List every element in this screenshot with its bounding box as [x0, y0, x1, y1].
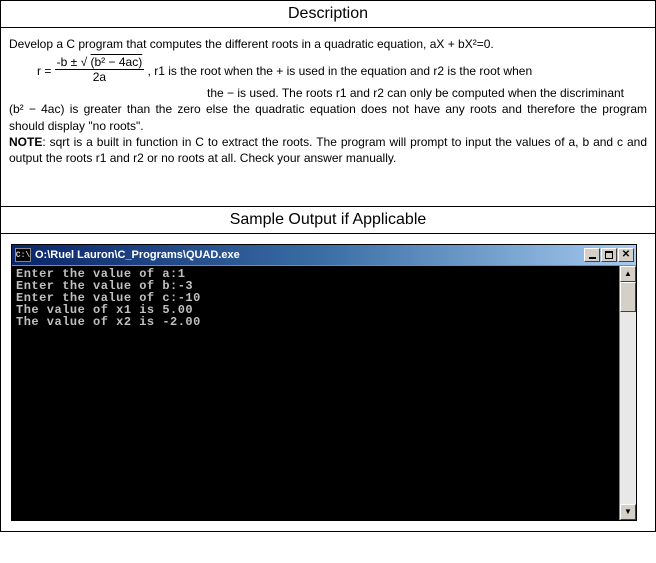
titlebar-button-group: ✕: [583, 248, 634, 262]
console-title: O:\Ruel Lauron\C_Programs\QUAD.exe: [35, 249, 583, 261]
console-window: C:\ O:\Ruel Lauron\C_Programs\QUAD.exe ✕…: [11, 244, 637, 521]
formula-tail1: , r1 is the root when the + is used in t…: [148, 64, 533, 78]
console-app-icon: C:\: [15, 248, 31, 262]
formula-denominator: 2a: [55, 70, 145, 83]
formula-line1: r = -b ± √ (b² − 4ac) 2a , r1 is the roo…: [37, 64, 532, 78]
description-body: Develop a C program that computes the di…: [1, 28, 655, 207]
console-output[interactable]: Enter the value of a:1 Enter the value o…: [12, 266, 619, 520]
vertical-scrollbar[interactable]: ▲ ▼: [619, 266, 636, 520]
formula-sqrt-arg: (b² − 4ac): [91, 55, 143, 69]
note-text: : sqrt is a built in function in C to ex…: [9, 135, 647, 165]
close-button[interactable]: ✕: [618, 248, 634, 262]
maximize-button[interactable]: [601, 248, 617, 262]
description-note: NOTE: sqrt is a built in function in C t…: [9, 134, 647, 166]
console-titlebar[interactable]: C:\ O:\Ruel Lauron\C_Programs\QUAD.exe ✕: [12, 245, 636, 265]
scroll-up-button[interactable]: ▲: [620, 266, 636, 282]
formula-lhs: r =: [37, 64, 55, 78]
description-line3: (b² − 4ac) is greater than the zero else…: [9, 101, 647, 133]
sample-output-body: C:\ O:\Ruel Lauron\C_Programs\QUAD.exe ✕…: [1, 234, 655, 531]
sample-output-header: Sample Output if Applicable: [1, 207, 655, 234]
formula-numerator: -b ± √ (b² − 4ac): [55, 56, 145, 70]
formula-numer-prefix: -b ± √: [57, 55, 91, 69]
scroll-track[interactable]: [620, 312, 636, 504]
description-header: Description: [1, 1, 655, 28]
minimize-button[interactable]: [584, 248, 600, 262]
console-line: The value of x2 is -2.00: [16, 315, 201, 329]
description-intro: Develop a C program that computes the di…: [9, 36, 647, 52]
formula-block: r = -b ± √ (b² − 4ac) 2a , r1 is the roo…: [9, 58, 647, 101]
formula-fraction: -b ± √ (b² − 4ac) 2a: [55, 56, 145, 83]
note-label: NOTE: [9, 135, 42, 149]
scroll-down-button[interactable]: ▼: [620, 504, 636, 520]
formula-line2: the − is used. The roots r1 and r2 can o…: [207, 86, 624, 100]
document-container: Description Develop a C program that com…: [0, 0, 656, 532]
console-client-area: Enter the value of a:1 Enter the value o…: [12, 265, 636, 520]
scroll-thumb[interactable]: [620, 282, 636, 312]
